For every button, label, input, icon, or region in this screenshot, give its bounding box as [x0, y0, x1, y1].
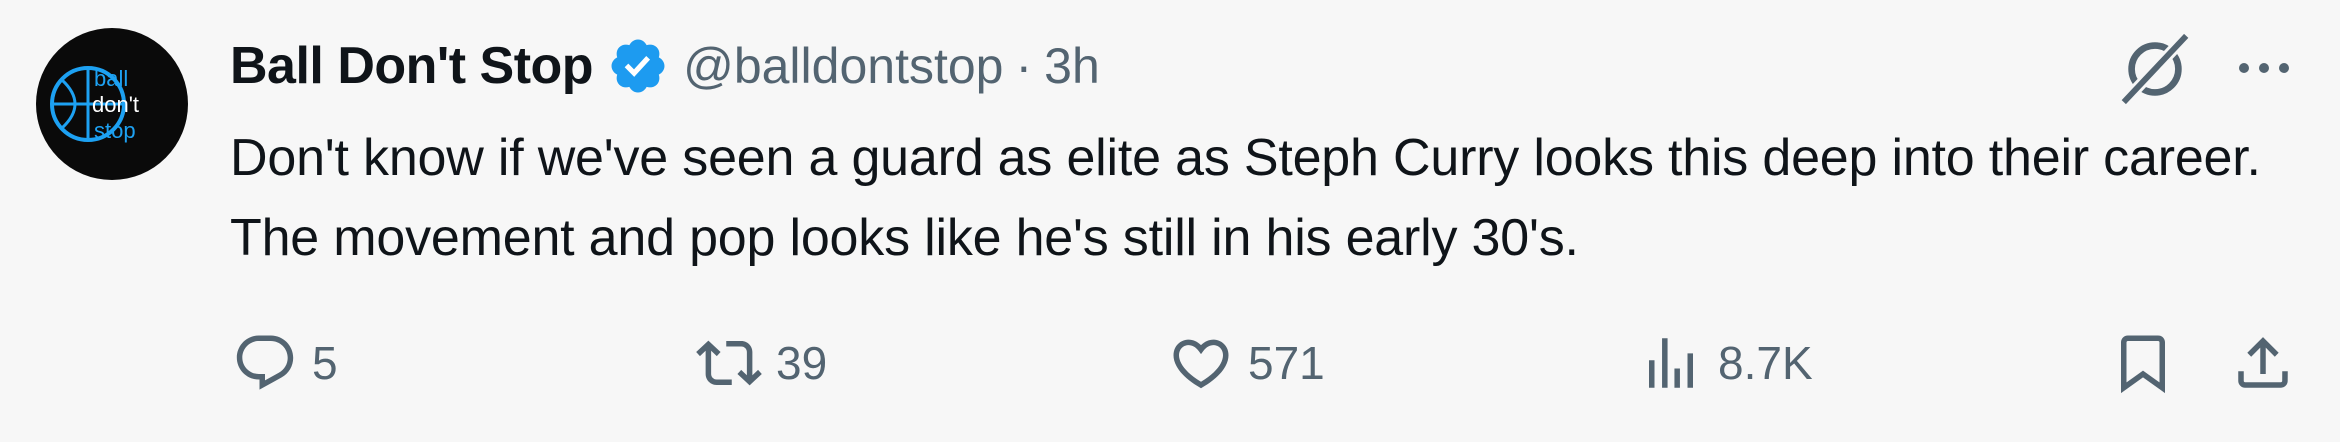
like-count: 571 [1248, 337, 1325, 389]
meta-separator: · [1015, 38, 1033, 94]
reply-count: 5 [312, 337, 338, 389]
tweet-card[interactable]: ball don't stop Ball Don't Stop @balldon… [0, 0, 2340, 442]
tweet-text: Don't know if we've seen a guard as elit… [230, 129, 2261, 267]
views-count: 8.7K [1718, 337, 1813, 389]
retweet-count: 39 [776, 337, 828, 389]
avatar-text-3: stop [94, 118, 136, 143]
reply-button[interactable]: 5 [232, 328, 338, 398]
grok-icon[interactable] [2116, 30, 2194, 108]
verified-badge-icon[interactable] [607, 35, 669, 97]
avatar-text-2: don't [92, 92, 139, 117]
views-button[interactable]: 8.7K [1638, 328, 1813, 398]
like-button[interactable]: 571 [1168, 328, 1325, 398]
retweet-icon [696, 340, 762, 386]
share-icon [2238, 337, 2288, 388]
avatar[interactable]: ball don't stop [36, 28, 188, 180]
author-handle[interactable]: @balldontstop [683, 37, 1003, 95]
share-button[interactable] [2230, 328, 2296, 398]
bookmark-icon [2121, 335, 2165, 394]
retweet-button[interactable]: 39 [696, 328, 827, 398]
avatar-logo: ball don't stop [50, 66, 139, 143]
heart-icon [1173, 339, 1229, 389]
bookmark-button[interactable] [2110, 328, 2176, 398]
display-name[interactable]: Ball Don't Stop [230, 36, 594, 96]
tweet-time[interactable]: 3h [1044, 37, 1100, 95]
reply-icon [236, 335, 294, 390]
views-chart-icon [1649, 338, 1693, 388]
more-dots-icon[interactable] [2234, 44, 2294, 92]
tweet-header: Ball Don't Stop @balldontstop · 3h [230, 30, 1100, 102]
avatar-text-1: ball [94, 66, 128, 91]
